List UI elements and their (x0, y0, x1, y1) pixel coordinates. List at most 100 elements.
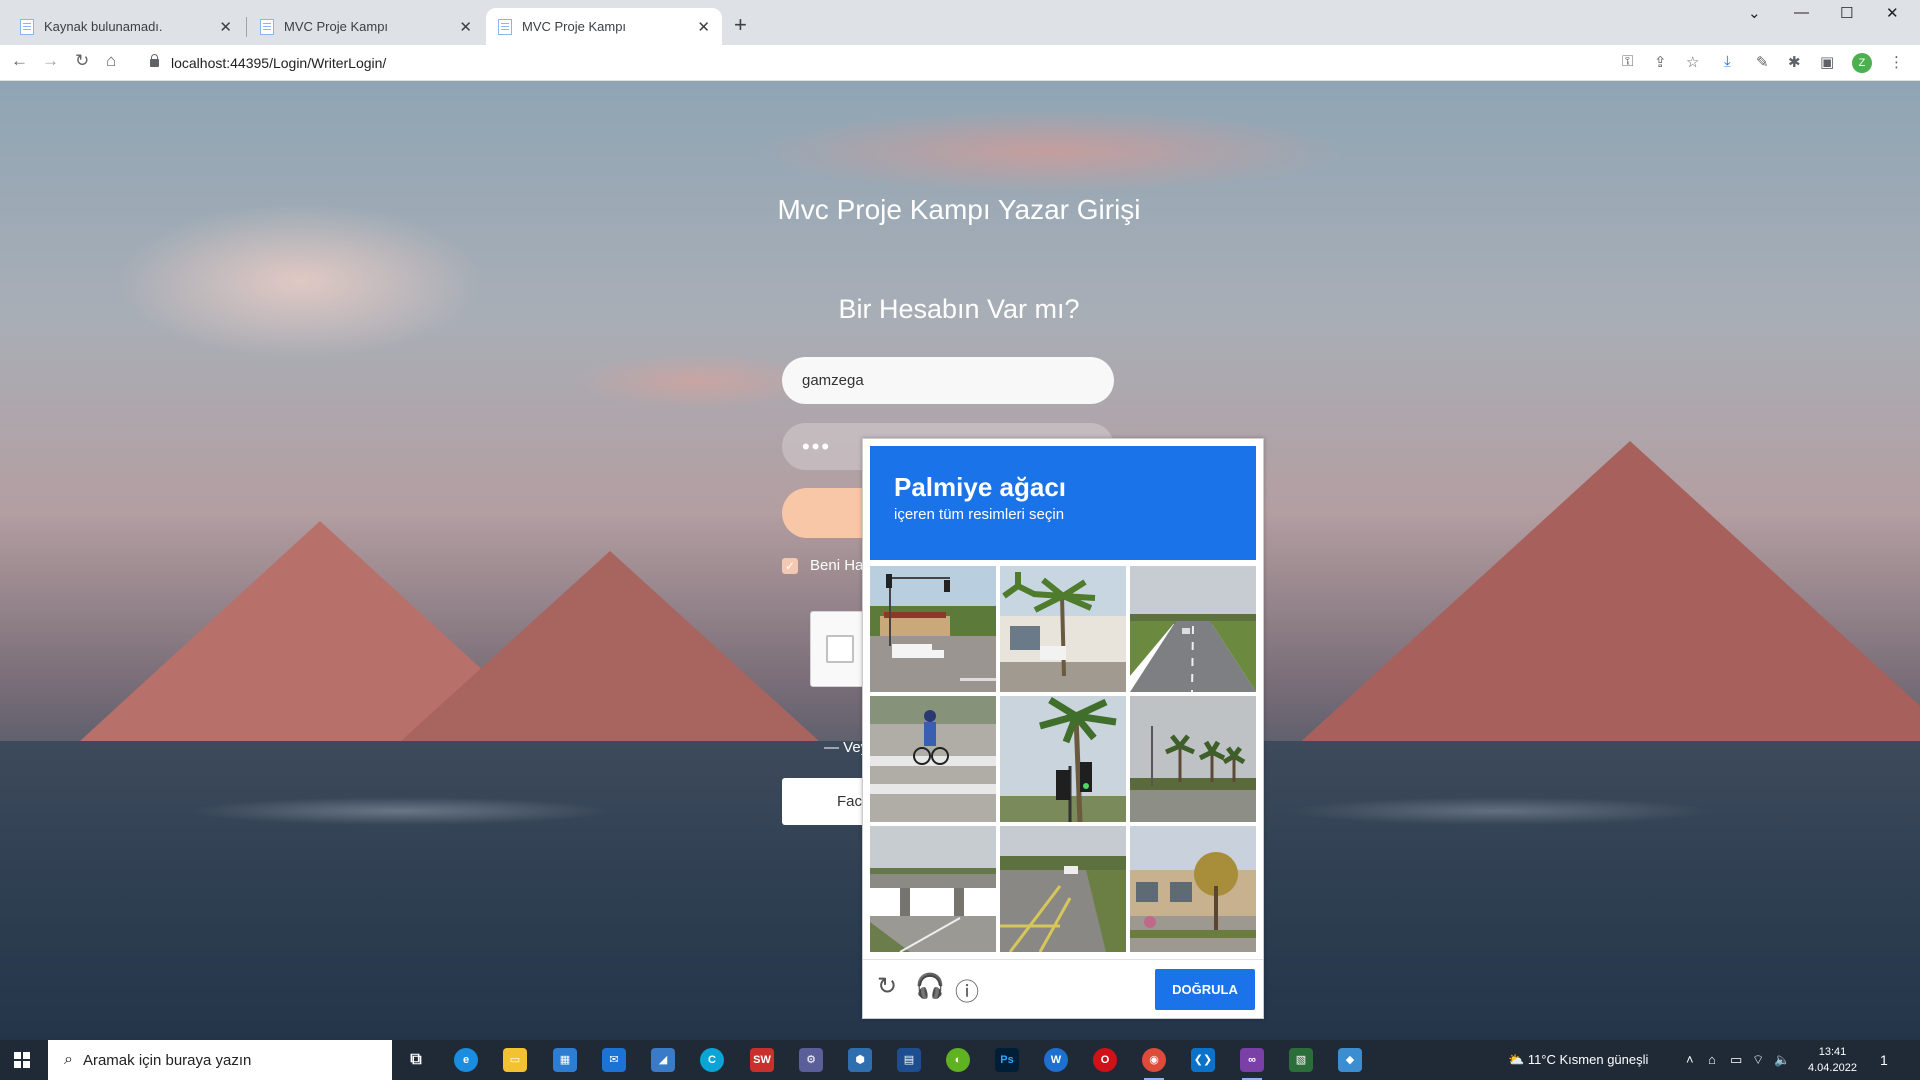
page-icon (498, 18, 512, 35)
tab-strip: Kaynak bulunamadı. ✕ MVC Proje Kampı ✕ M… (0, 0, 1920, 45)
tab-mvc-proje-kampi-active[interactable]: MVC Proje Kampı ✕ (486, 8, 722, 45)
app-icon[interactable]: ⬢ (848, 1048, 872, 1072)
mail-icon[interactable]: ✉ (602, 1048, 626, 1072)
tab-separator (246, 17, 247, 37)
battery-icon[interactable]: ▭ (1730, 1040, 1742, 1080)
page-icon (20, 18, 34, 35)
visual-studio-icon[interactable]: ∞ (1240, 1048, 1264, 1080)
store-icon[interactable]: ▦ (553, 1048, 577, 1072)
image-tile[interactable] (870, 696, 996, 822)
page-title: Mvc Proje Kampı Yazar Girişi (777, 194, 1141, 225)
forward-icon[interactable]: → (42, 51, 59, 71)
app-icon[interactable]: ▤ (897, 1048, 921, 1072)
opera-icon[interactable]: O (1093, 1048, 1117, 1072)
taskbar-search[interactable]: ⌕ Aramak için buraya yazın (48, 1040, 392, 1080)
clock-time: 13:41 (1818, 1046, 1847, 1058)
challenge-instruction: içeren tüm resimleri seçin (894, 506, 1065, 523)
reload-icon[interactable]: ↻ (75, 51, 89, 71)
back-icon[interactable]: ← (11, 51, 28, 71)
challenge-header: Palmiye ağacı içeren tüm resimleri seçin (870, 446, 1256, 560)
weather-text: 11°C Kısmen güneşli (1527, 1052, 1649, 1067)
reload-challenge-icon[interactable]: ↻ (877, 972, 897, 1001)
page-icon (260, 18, 274, 35)
notification-count: 1 (1880, 1052, 1888, 1068)
bookmark-star-icon[interactable]: ☆ (1686, 53, 1699, 71)
edge-icon[interactable]: e (454, 1048, 478, 1072)
recaptcha-checkbox[interactable] (826, 635, 854, 663)
remember-label: Beni Ha (810, 557, 864, 574)
challenge-target: Palmiye ağacı (894, 472, 1066, 502)
windows-start-icon[interactable] (14, 1052, 30, 1068)
clock-date: 4.04.2022 (1808, 1062, 1857, 1074)
minimize-icon[interactable]: — (1794, 4, 1809, 21)
eyedropper-icon[interactable]: ✎ (1756, 53, 1769, 71)
page-subtitle: Bir Hesabın Var mı? (838, 294, 1080, 324)
key-icon[interactable]: ⚿ (1622, 53, 1633, 70)
app-c-icon[interactable]: C (700, 1048, 724, 1072)
image-tile[interactable] (1000, 826, 1126, 952)
username-input[interactable]: gamzega (782, 357, 1114, 404)
volume-icon[interactable]: 🔈 (1774, 1040, 1790, 1080)
image-tile[interactable] (1130, 826, 1256, 952)
image-tile[interactable] (870, 826, 996, 952)
new-tab-button[interactable]: + (734, 12, 747, 38)
image-tile[interactable] (1000, 696, 1126, 822)
image-tile[interactable] (870, 566, 996, 692)
app-icon[interactable]: ◆ (1338, 1048, 1362, 1072)
image-tile[interactable] (1130, 566, 1256, 692)
recaptcha-challenge: Palmiye ağacı içeren tüm resimleri seçin (862, 438, 1264, 1019)
side-panel-icon[interactable]: ▣ (1820, 53, 1834, 71)
audio-challenge-icon[interactable]: 🎧 (915, 972, 945, 1001)
weather-icon: ⛅ (1508, 1052, 1525, 1067)
app-icon[interactable]: ◐ (946, 1048, 970, 1072)
search-placeholder: Aramak için buraya yazın (82, 1051, 252, 1069)
network-icon[interactable]: ⌂ (1708, 1040, 1716, 1080)
tab-kaynak-bulunamadi[interactable]: Kaynak bulunamadı. ✕ (8, 8, 244, 45)
clock[interactable]: 13:41 4.04.2022 (1808, 1044, 1857, 1076)
share-icon[interactable]: ⇪ (1654, 53, 1667, 71)
extensions-icon[interactable]: ✱ (1788, 53, 1801, 71)
menu-icon[interactable]: ⋮ (1889, 53, 1904, 71)
chrome-icon[interactable]: ◉ (1142, 1048, 1166, 1080)
maximize-icon[interactable]: ☐ (1840, 4, 1853, 22)
login-page: Mvc Proje Kampı Yazar Girişi Bir Hesabın… (0, 81, 1920, 1040)
app-icon[interactable]: ▧ (1289, 1048, 1313, 1072)
task-view-icon[interactable]: ⧉ (404, 1048, 428, 1072)
image-tile[interactable] (1130, 696, 1256, 822)
home-icon[interactable]: ⌂ (106, 51, 116, 71)
wifi-icon[interactable]: ⌔ (1752, 1040, 1764, 1080)
download-icon[interactable]: ⤓ (1724, 53, 1731, 70)
app-icon[interactable]: ⚙ (799, 1048, 823, 1072)
tab-mvc-proje-kampi[interactable]: MVC Proje Kampı ✕ (248, 8, 484, 45)
address-bar[interactable]: localhost:44395/Login/WriterLogin/ (140, 48, 1650, 77)
close-icon[interactable]: ✕ (219, 18, 232, 36)
photoshop-icon[interactable]: Ps (995, 1048, 1019, 1072)
profile-avatar[interactable]: Z (1852, 53, 1872, 73)
close-icon[interactable]: ✕ (459, 18, 472, 36)
image-tile[interactable] (1000, 566, 1126, 692)
browser-toolbar: ← → ↻ ⌂ localhost:44395/Login/WriterLogi… (0, 45, 1920, 81)
app-icon[interactable]: ◢ (651, 1048, 675, 1072)
close-icon[interactable]: ✕ (697, 18, 710, 36)
file-explorer-icon[interactable]: ▭ (503, 1048, 527, 1072)
verify-button[interactable]: DOĞRULA (1155, 969, 1255, 1010)
tab-title: MVC Proje Kampı (284, 19, 389, 34)
windows-taskbar: ⌕ Aramak için buraya yazın ⧉ e ▭ ▦ ✉ ◢ C… (0, 1040, 1920, 1080)
vscode-icon[interactable]: ❮❯ (1191, 1048, 1215, 1072)
weather-widget[interactable]: ⛅ 11°C Kısmen güneşli (1508, 1040, 1648, 1080)
sw-app-icon[interactable]: SW (750, 1048, 774, 1072)
info-icon[interactable]: ⓘ (955, 972, 979, 1007)
url-text: localhost:44395/Login/WriterLogin/ (171, 54, 387, 71)
app-icon[interactable]: W (1044, 1048, 1068, 1072)
tab-search-icon[interactable]: ⌄ (1748, 4, 1761, 22)
close-window-icon[interactable]: ✕ (1886, 4, 1899, 22)
challenge-footer: ↻ 🎧 ⓘ DOĞRULA (863, 959, 1263, 1019)
checkmark-icon[interactable]: ✓ (782, 557, 798, 574)
remember-me[interactable]: ✓ Beni Ha (782, 557, 863, 574)
lock-icon[interactable] (150, 53, 159, 67)
tab-title: MVC Proje Kampı (522, 19, 627, 34)
chevron-up-icon[interactable]: ˄ (1686, 1040, 1694, 1080)
notification-center-icon[interactable]: 1 (1880, 1040, 1888, 1080)
image-grid (870, 566, 1256, 952)
search-icon: ⌕ (64, 1051, 73, 1068)
